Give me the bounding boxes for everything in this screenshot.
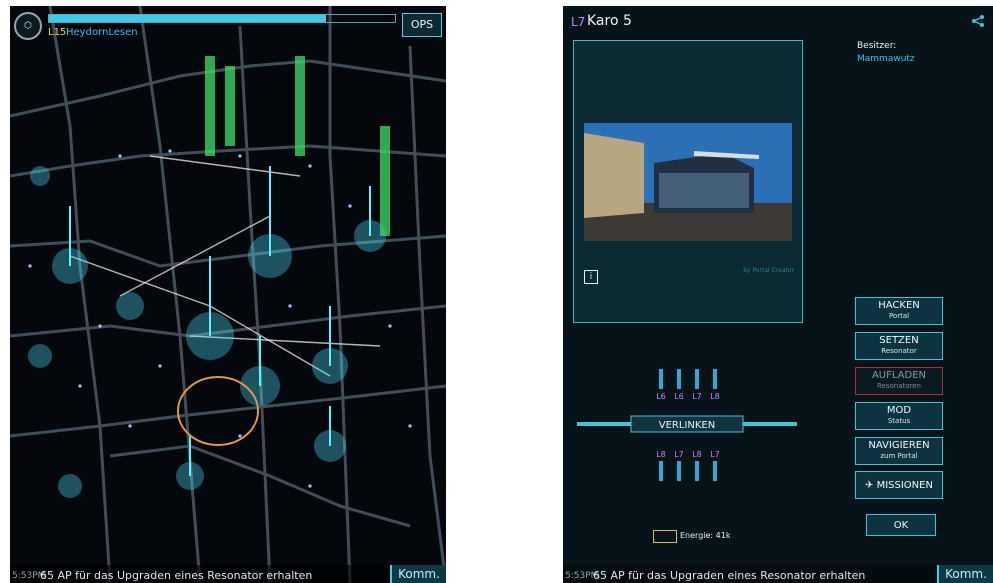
resonator-bottom-3: L8 [692,450,702,459]
link-button-label: VERLINKEN [659,420,715,431]
resonator-top-2: L6 [674,392,684,401]
xm-bar-fill [49,15,326,22]
info-icon[interactable]: i [584,270,598,284]
owner-name[interactable]: Mammawutz [857,54,915,64]
portal-level: L7 [571,15,586,29]
agent-emblem-icon[interactable]: ⬡ [14,12,42,40]
resonator-top-3: L7 [692,392,702,401]
komm-button[interactable]: Komm. [390,565,446,583]
resonator-bottom-1: L8 [656,450,666,459]
map-screen: ⬡ L15 HeydornLesen OPS 5:53PM 65 AP für … [10,6,446,583]
hack-button-label: HACKEN [878,300,920,311]
resonator-top-4: L8 [710,392,720,401]
hud-top-bar: ⬡ L15 HeydornLesen OPS [10,6,446,44]
resonator-bottom-4: L7 [710,450,720,459]
portal-details-screen: L7 Karo 5 by Portal Creator i Besitzer: … [563,6,993,583]
portal-header: L7 Karo 5 [563,6,993,36]
status-bar: 5:53PM 65 AP für das Upgraden eines Reso… [10,565,446,583]
portal-photo[interactable] [584,123,792,241]
portal-title: Karo 5 [587,13,632,29]
komm-button[interactable]: Komm. [937,565,993,583]
status-bar: 5:53PM 65 AP für das Upgraden eines Reso… [563,565,993,583]
status-message: 65 AP für das Upgraden eines Resonator e… [40,569,313,582]
agent-level: L15 [48,27,67,38]
ok-button[interactable]: OK [866,514,936,536]
agent-name[interactable]: HeydornLesen [66,27,138,38]
photo-credit: by Portal Creator [743,267,794,274]
resonator-bottom-2: L7 [674,450,684,459]
resonator-top-1: L6 [656,392,666,401]
owner-label: Besitzer: [857,41,897,51]
hack-button[interactable]: HACKEN Portal [855,297,943,325]
key-icon [653,530,677,543]
share-icon[interactable] [971,14,985,28]
resonator-diagram: VERLINKEN L6 L6 L7 L8 L8 L7 L8 L7 [577,369,797,481]
portal-photo-frame: by Portal Creator i [573,40,803,323]
hack-button-sublabel: Portal [888,312,910,320]
energy-label: Energie: 41k [680,531,731,540]
ops-button[interactable]: OPS [402,13,442,37]
scanner-map[interactable] [10,6,446,583]
deploy-button-label: SETZEN [879,335,919,346]
xm-bar [48,14,396,23]
status-message: 65 AP für das Upgraden eines Resonator e… [593,569,866,582]
